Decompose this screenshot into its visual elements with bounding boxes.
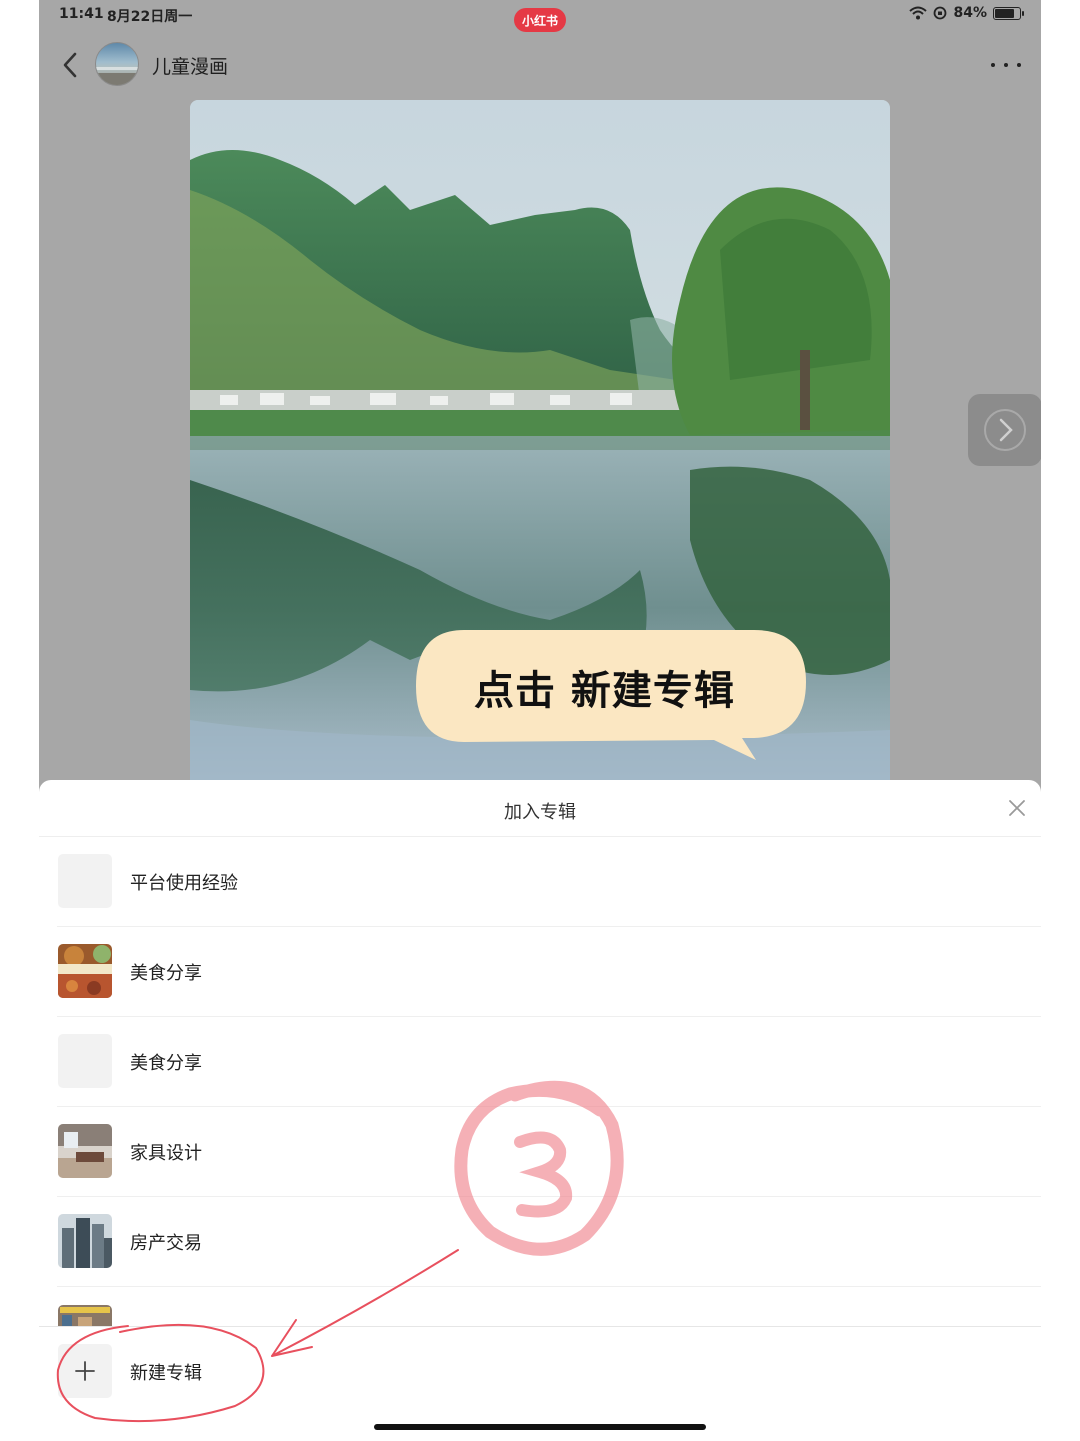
status-time: 11:41 bbox=[59, 6, 104, 22]
blank-thumb bbox=[58, 854, 112, 908]
create-album-label: 新建专辑 bbox=[130, 1363, 202, 1384]
wifi-icon bbox=[909, 6, 928, 20]
album-label: 平台使用经验 bbox=[130, 873, 238, 894]
app-screen: 11:41 8月22日周一 小红书 84% 儿童漫画 点击 新建专辑 加入专辑 … bbox=[39, 0, 1041, 1441]
album-item[interactable]: 家具设计 bbox=[39, 1107, 1041, 1197]
chevron-right-icon bbox=[984, 409, 1026, 451]
album-label: 房产交易 bbox=[130, 1233, 202, 1254]
status-indicators: 84% bbox=[909, 5, 1024, 21]
plus-icon bbox=[58, 1344, 112, 1398]
avatar[interactable] bbox=[95, 42, 139, 86]
album-label: 美食分享 bbox=[130, 1053, 202, 1074]
tip-bubble: 点击 新建专辑 bbox=[414, 626, 809, 764]
album-item[interactable]: 美食分享 bbox=[39, 927, 1041, 1017]
battery-percent: 84% bbox=[953, 5, 987, 21]
building-thumb bbox=[58, 1214, 112, 1268]
add-to-album-sheet: 加入专辑 平台使用经验 美食分享 美食分享 家具设计 房产交易 新建专辑 bbox=[39, 780, 1041, 1441]
close-icon[interactable] bbox=[1007, 798, 1027, 818]
create-album-button[interactable]: 新建专辑 bbox=[39, 1327, 1041, 1417]
food-thumb bbox=[58, 944, 112, 998]
next-image-button[interactable] bbox=[968, 394, 1041, 466]
room-thumb bbox=[58, 1124, 112, 1178]
blank-thumb bbox=[58, 1034, 112, 1088]
album-item[interactable]: 房产交易 bbox=[39, 1197, 1041, 1287]
status-date: 8月22日周一 bbox=[107, 9, 193, 25]
album-item[interactable]: 美食分享 bbox=[39, 1017, 1041, 1107]
album-item[interactable]: 平台使用经验 bbox=[39, 837, 1041, 927]
home-indicator bbox=[374, 1424, 706, 1430]
album-label: 美食分享 bbox=[130, 963, 202, 984]
sheet-title: 加入专辑 bbox=[504, 802, 576, 823]
battery-icon bbox=[993, 6, 1024, 20]
back-button[interactable] bbox=[59, 48, 83, 82]
app-badge: 小红书 bbox=[514, 8, 566, 32]
album-list: 平台使用经验 美食分享 美食分享 家具设计 房产交易 bbox=[39, 837, 1041, 1287]
tip-text: 点击 新建专辑 bbox=[474, 668, 735, 714]
more-options-button[interactable] bbox=[991, 54, 1021, 76]
orientation-lock-icon bbox=[934, 6, 947, 20]
album-label: 家具设计 bbox=[130, 1143, 202, 1164]
partial-album-thumb bbox=[58, 1305, 112, 1327]
username[interactable]: 儿童漫画 bbox=[152, 52, 228, 79]
